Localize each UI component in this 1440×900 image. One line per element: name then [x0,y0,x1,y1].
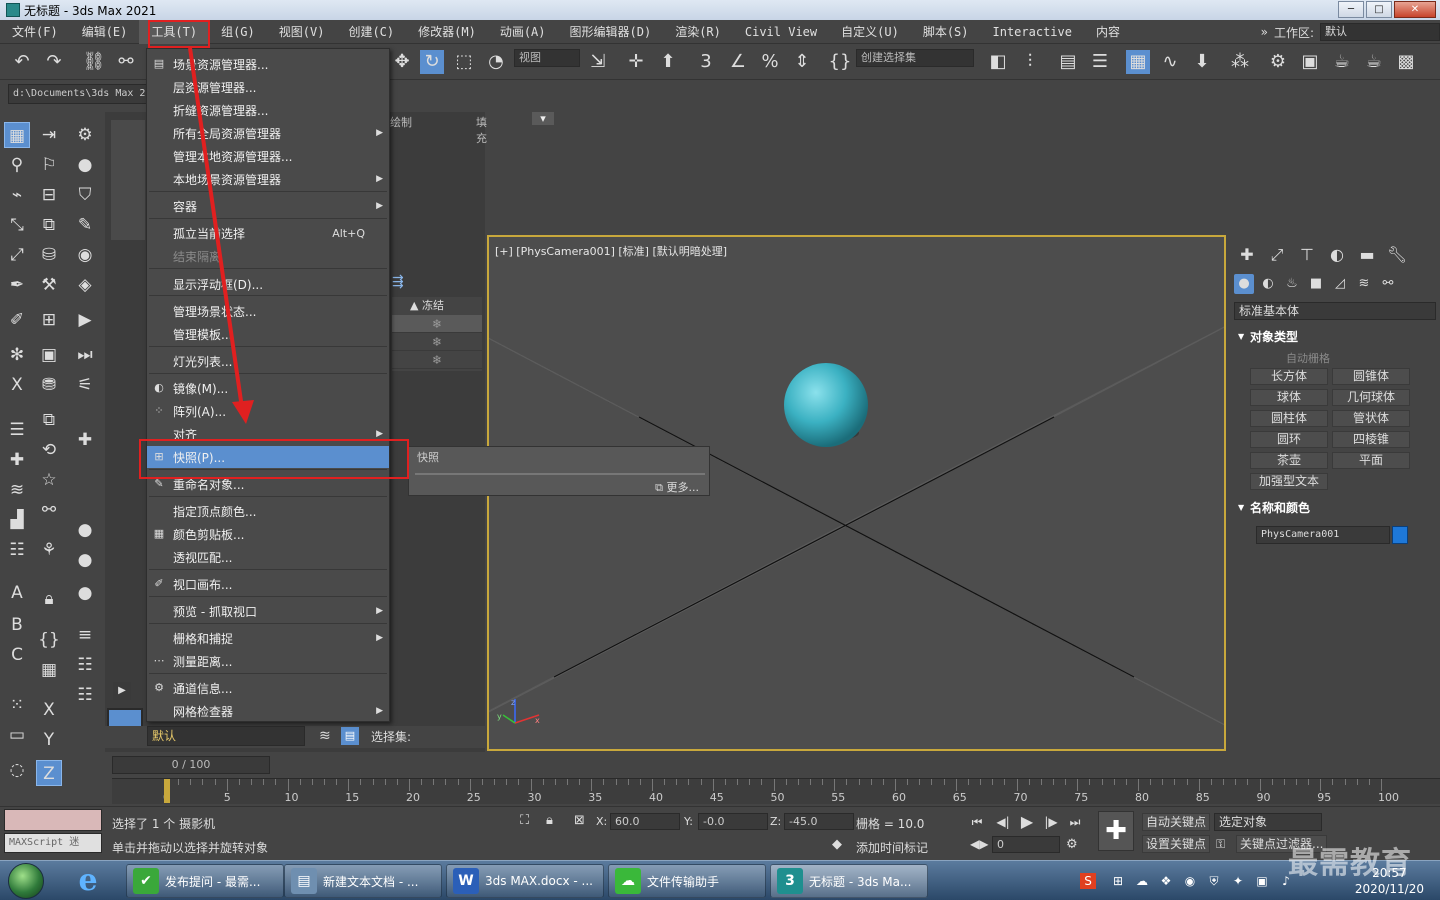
viewport-label[interactable]: [+] [PhysCamera001] [标准] [默认明暗处理] [495,243,727,259]
annotation-arrow [188,47,254,424]
